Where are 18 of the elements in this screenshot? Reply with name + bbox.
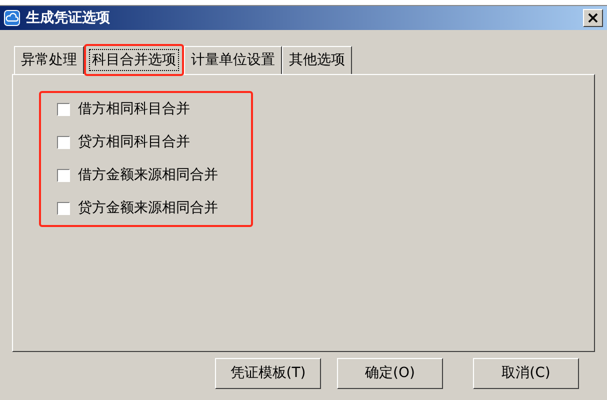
dialog-button[interactable]: 凭证模板(T) <box>215 358 321 389</box>
dialog-button[interactable]: 确定(O) <box>337 358 443 389</box>
tab[interactable]: 异常处理 <box>14 46 84 74</box>
tab[interactable]: 其他选项 <box>282 46 352 74</box>
checkbox[interactable] <box>57 202 70 215</box>
checkbox[interactable] <box>57 169 70 182</box>
checkbox-label: 借方金额来源相同合并 <box>78 166 218 185</box>
window-title: 生成凭证选项 <box>26 8 110 28</box>
checkbox-label: 贷方金额来源相同合并 <box>78 199 218 218</box>
tab[interactable]: 计量单位设置 <box>184 46 282 74</box>
close-button[interactable]: × <box>583 9 603 27</box>
checkbox[interactable] <box>57 136 70 149</box>
checkbox-label: 贷方相同科目合并 <box>78 133 190 152</box>
dialog-button[interactable]: 取消(C) <box>473 358 579 389</box>
cloud-icon <box>4 10 20 26</box>
checkbox[interactable] <box>57 103 70 116</box>
checkbox-label: 借方相同科目合并 <box>78 100 190 119</box>
tab[interactable]: 科目合并选项 <box>84 44 184 76</box>
